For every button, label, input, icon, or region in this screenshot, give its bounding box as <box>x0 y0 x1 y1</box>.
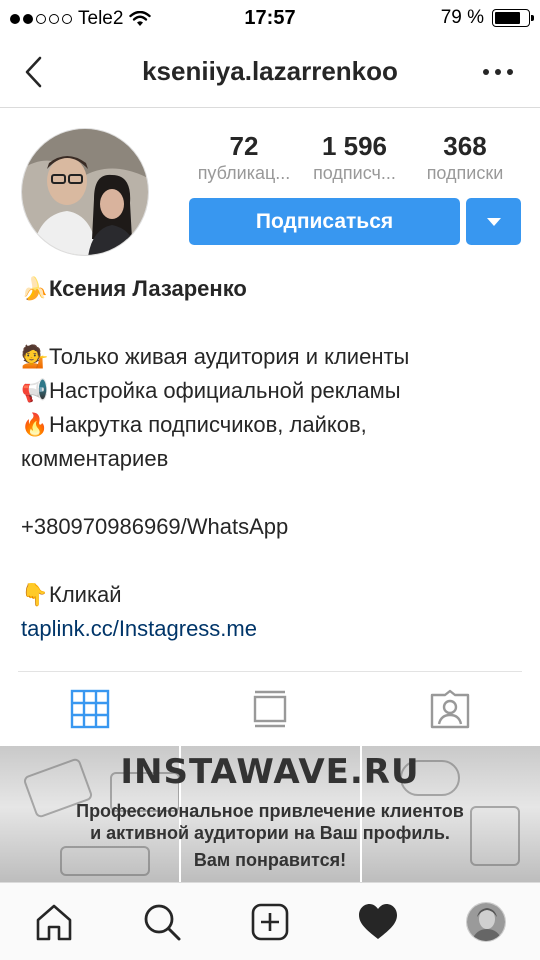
banner-subtitle: Профессиональное привлечение клиентов и … <box>0 800 540 844</box>
status-right: 79 % <box>440 7 534 29</box>
posts-count: 72 <box>229 131 259 161</box>
banner-title: INSTAWAVE.RU <box>120 752 420 792</box>
suggested-accounts-button[interactable] <box>466 198 521 245</box>
fire-emoji-icon: 🔥 <box>21 412 49 437</box>
search-icon <box>144 904 181 940</box>
bio-line-continuation: комментариев <box>21 446 169 471</box>
tagged-icon <box>430 689 470 729</box>
username-title: kseniiya.lazarrenkoo <box>142 56 398 86</box>
bio-cta-line: 👇 Кликай <box>21 578 521 612</box>
more-dots-icon <box>483 69 489 75</box>
profile-avatar[interactable] <box>21 128 149 256</box>
grid-icon <box>70 689 110 729</box>
chevron-down-icon <box>486 217 501 226</box>
nav-home[interactable] <box>0 883 108 960</box>
more-options-button[interactable] <box>478 62 518 82</box>
posts-label: публикац... <box>197 163 291 183</box>
posts-grid[interactable]: INSTAWAVE.RU Профессиональное привлечени… <box>0 746 540 882</box>
bottom-navigation <box>0 882 540 960</box>
followers-count: 1 596 <box>321 131 388 161</box>
bio-cta: Кликай <box>49 582 122 607</box>
followers-label: подписч... <box>313 163 396 183</box>
tab-tagged[interactable] <box>360 672 540 746</box>
pointing-down-emoji-icon: 👇 <box>21 582 49 607</box>
tab-feed[interactable] <box>180 672 360 746</box>
bio-line: 🔥 Накрутка подписчиков, лайков, <box>21 408 521 442</box>
bio-text: Только живая аудитория и клиенты <box>49 344 410 369</box>
banner-subtitle-line-2: и активной аудитории на Ваш профиль. <box>90 823 450 843</box>
avatar-photo <box>22 129 148 255</box>
nav-profile[interactable] <box>432 883 540 960</box>
bio-line: 📢 Настройка официальной рекламы <box>21 374 521 408</box>
person-tipping-hand-emoji-icon: 💁 <box>21 344 49 369</box>
profile-bio: 🍌 Ксения Лазаренко 💁 Только живая аудито… <box>21 272 521 646</box>
activity-heart-icon <box>359 903 397 939</box>
add-post-icon <box>251 903 289 940</box>
bio-text: Накрутка подписчиков, лайков, <box>49 412 367 437</box>
tab-grid[interactable] <box>0 672 180 746</box>
stat-followers[interactable]: 1 596 подписч... <box>300 130 410 184</box>
follow-button[interactable]: Подписаться <box>189 198 460 245</box>
profile-stats: 72 публикац... 1 596 подписч... 368 подп… <box>189 130 520 184</box>
stat-following[interactable]: 368 подписки <box>410 130 520 184</box>
nav-search[interactable] <box>108 883 216 960</box>
nav-new-post[interactable] <box>216 883 324 960</box>
banner-tagline: Вам понравится! <box>193 850 347 870</box>
feed-icon <box>253 690 287 728</box>
profile-header-bar: kseniiya.lazarrenkoo <box>0 38 540 108</box>
home-icon <box>36 904 72 940</box>
banner-subtitle-line-1: Профессиональное привлечение клиентов <box>76 801 464 821</box>
battery-icon <box>492 9 534 27</box>
bio-phone: +380970986969/WhatsApp <box>21 514 289 539</box>
bio-website-link[interactable]: taplink.cc/Instagress.me <box>21 612 521 646</box>
loudspeaker-emoji-icon: 📢 <box>21 378 49 403</box>
battery-fill <box>495 12 521 24</box>
stat-posts[interactable]: 72 публикац... <box>189 130 299 184</box>
profile-view-tabs <box>0 672 540 746</box>
bio-line: 💁 Только живая аудитория и клиенты <box>21 340 521 374</box>
bio-text: Настройка официальной рекламы <box>49 378 401 403</box>
banana-emoji-icon: 🍌 <box>21 276 49 301</box>
nav-activity[interactable] <box>324 883 432 960</box>
bio-name-line: 🍌 Ксения Лазаренко <box>21 272 521 306</box>
profile-avatar-small <box>466 901 506 942</box>
status-bar: Tele2 17:57 79 % <box>0 0 540 38</box>
battery-percent: 79 % <box>440 7 484 28</box>
full-name: Ксения Лазаренко <box>49 276 247 301</box>
following-label: подписки <box>426 163 504 183</box>
following-count: 368 <box>443 131 487 161</box>
